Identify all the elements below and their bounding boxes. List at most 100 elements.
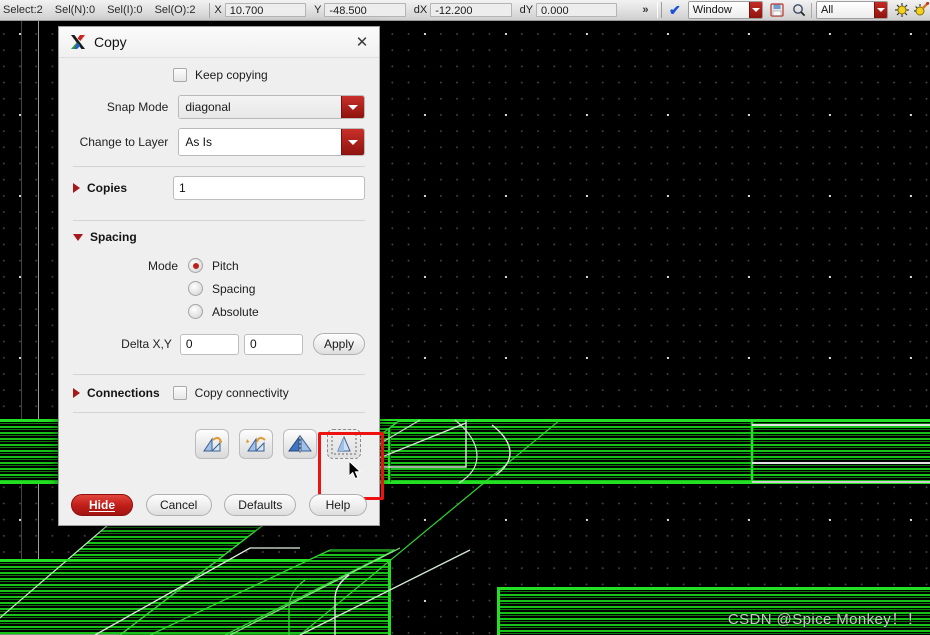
delta-row[interactable]: Delta X,Y 0 0 Apply — [73, 333, 366, 355]
status-toolbar[interactable]: Select:2 Sel(N):0 Sel(I):0 Sel(O):2 X 10… — [0, 0, 930, 21]
spacing-mode-label: Mode — [147, 258, 178, 273]
radio-pitch[interactable] — [188, 258, 203, 273]
mouse-cursor-icon — [348, 459, 363, 484]
dx-input[interactable]: -12.200 — [430, 3, 512, 17]
copper-pour-lower-left — [0, 559, 391, 635]
y-input[interactable]: -48.500 — [324, 3, 406, 17]
copy-connectivity-checkbox[interactable] — [172, 386, 187, 400]
spacing-section-toggle[interactable]: Spacing — [73, 230, 365, 244]
connections-section-toggle[interactable]: Connections — [73, 386, 160, 400]
connections-label: Connections — [87, 386, 160, 400]
chevron-down-icon[interactable] — [341, 96, 364, 118]
toolbar-divider-1 — [208, 2, 210, 18]
radio-spacing-label: Spacing — [212, 281, 256, 296]
checkmark-icon[interactable]: ✔ — [665, 2, 685, 19]
delta-x-input[interactable]: 0 — [179, 333, 239, 355]
copy-dialog[interactable]: Copy ✕ Keep copying Snap Mode diagonal C… — [58, 26, 384, 526]
delta-y-input[interactable]: 0 — [243, 333, 304, 355]
chevron-down-icon[interactable] — [341, 129, 364, 155]
scope-combo[interactable]: All — [815, 1, 888, 19]
keep-copying-label: Keep copying — [195, 68, 268, 82]
help-button[interactable]: Help — [308, 494, 367, 516]
defaults-button[interactable]: Defaults — [224, 494, 297, 516]
highlight-icon[interactable] — [894, 1, 911, 19]
chevron-down-icon-2[interactable] — [873, 2, 887, 18]
hide-button[interactable]: Hide — [71, 494, 133, 516]
snap-mode-combo[interactable]: diagonal — [178, 95, 365, 119]
mirror-vertical-icon[interactable] — [327, 429, 361, 459]
toolbar-grip[interactable] — [656, 2, 662, 18]
transform-button-group — [73, 429, 365, 459]
sel-i-count: Sel(I):0 — [107, 4, 143, 16]
defaults-button-label: Defaults — [238, 498, 283, 512]
change-to-layer-label: Change to Layer — [79, 135, 169, 149]
copies-label: Copies — [87, 181, 128, 195]
dialog-body: Keep copying Snap Mode diagonal Change t… — [59, 58, 379, 459]
hide-button-label: Hide — [88, 498, 115, 512]
copies-row[interactable]: Copies 1 — [73, 176, 365, 200]
rotate-clockwise-icon[interactable] — [239, 429, 273, 459]
spacing-mode-absolute-row[interactable]: Absolute — [73, 304, 365, 319]
dehighlight-icon[interactable] — [913, 1, 930, 19]
dialog-titlebar[interactable]: Copy ✕ — [59, 27, 379, 58]
board-outline-vertical-left — [38, 20, 39, 635]
copy-connectivity-label: Copy connectivity — [194, 386, 289, 400]
divider-3 — [73, 374, 365, 375]
xpedition-x-logo-icon — [69, 33, 87, 51]
dialog-footer: Hide Cancel Defaults Help — [59, 494, 379, 525]
application-window: CSDN @Spice Monkey！！ Select:2 Sel(N):0 S… — [0, 0, 930, 635]
x-label: X — [214, 4, 222, 16]
keep-copying-checkbox[interactable] — [173, 68, 187, 82]
chevron-down-icon[interactable] — [749, 2, 762, 18]
spacing-mode-pitch-row[interactable]: Mode Pitch — [73, 258, 365, 273]
delta-label: Delta X,Y — [121, 337, 172, 351]
spacing-label: Spacing — [90, 230, 137, 244]
divider-4 — [73, 412, 365, 413]
copper-pour-upper-right — [375, 419, 930, 484]
select-count: Select:2 — [3, 4, 43, 16]
spacing-mode-spacing-row[interactable]: Spacing — [73, 281, 365, 296]
magnifier-icon[interactable] — [790, 1, 807, 19]
chevron-right-icon — [73, 388, 80, 398]
window-mode-combo[interactable]: Window — [687, 1, 763, 19]
copies-input[interactable]: 1 — [172, 176, 365, 200]
sel-n-count: Sel(N):0 — [54, 4, 96, 16]
y-label: Y — [314, 4, 322, 16]
dialog-title: Copy — [94, 34, 127, 50]
apply-button[interactable]: Apply — [313, 333, 366, 355]
change-to-layer-row[interactable]: Change to Layer As Is — [73, 128, 365, 156]
scope-value: All — [816, 2, 874, 18]
rotate-counterclockwise-icon[interactable] — [195, 429, 229, 459]
cancel-button-label: Cancel — [159, 498, 198, 512]
radio-absolute[interactable] — [188, 304, 203, 319]
watermark-text: CSDN @Spice Monkey！！ — [727, 611, 922, 628]
copies-section-toggle[interactable]: Copies — [73, 181, 165, 195]
window-mode-value: Window — [688, 2, 750, 18]
toolbar-overflow-chevron-icon[interactable]: » — [637, 4, 653, 16]
snap-mode-row[interactable]: Snap Mode diagonal — [73, 95, 365, 119]
x-input[interactable]: 10.700 — [224, 3, 307, 17]
close-icon[interactable]: ✕ — [351, 31, 373, 53]
dy-input[interactable]: 0.000 — [536, 3, 618, 17]
chevron-down-icon — [73, 233, 83, 241]
dx-label: dX — [413, 4, 428, 16]
dy-label: dY — [519, 4, 534, 16]
board-outline-vertical-left2 — [21, 20, 22, 635]
mirror-horizontal-icon[interactable] — [283, 429, 317, 459]
radio-pitch-label: Pitch — [212, 258, 239, 273]
connections-row[interactable]: Connections Copy connectivity — [73, 386, 365, 400]
sel-o-count: Sel(O):2 — [154, 4, 196, 16]
snap-mode-label: Snap Mode — [106, 100, 169, 114]
chevron-right-icon — [73, 183, 80, 193]
snap-mode-value: diagonal — [179, 96, 341, 118]
divider-1 — [73, 166, 365, 167]
help-button-label: Help — [325, 498, 351, 512]
cancel-button[interactable]: Cancel — [145, 494, 212, 516]
save-icon[interactable] — [769, 1, 786, 19]
divider-2 — [73, 220, 365, 221]
change-to-layer-combo[interactable]: As Is — [178, 128, 365, 156]
toolbar-divider-2 — [811, 2, 812, 18]
radio-absolute-label: Absolute — [212, 304, 259, 319]
keep-copying-row[interactable]: Keep copying — [73, 68, 365, 82]
radio-spacing[interactable] — [188, 281, 203, 296]
